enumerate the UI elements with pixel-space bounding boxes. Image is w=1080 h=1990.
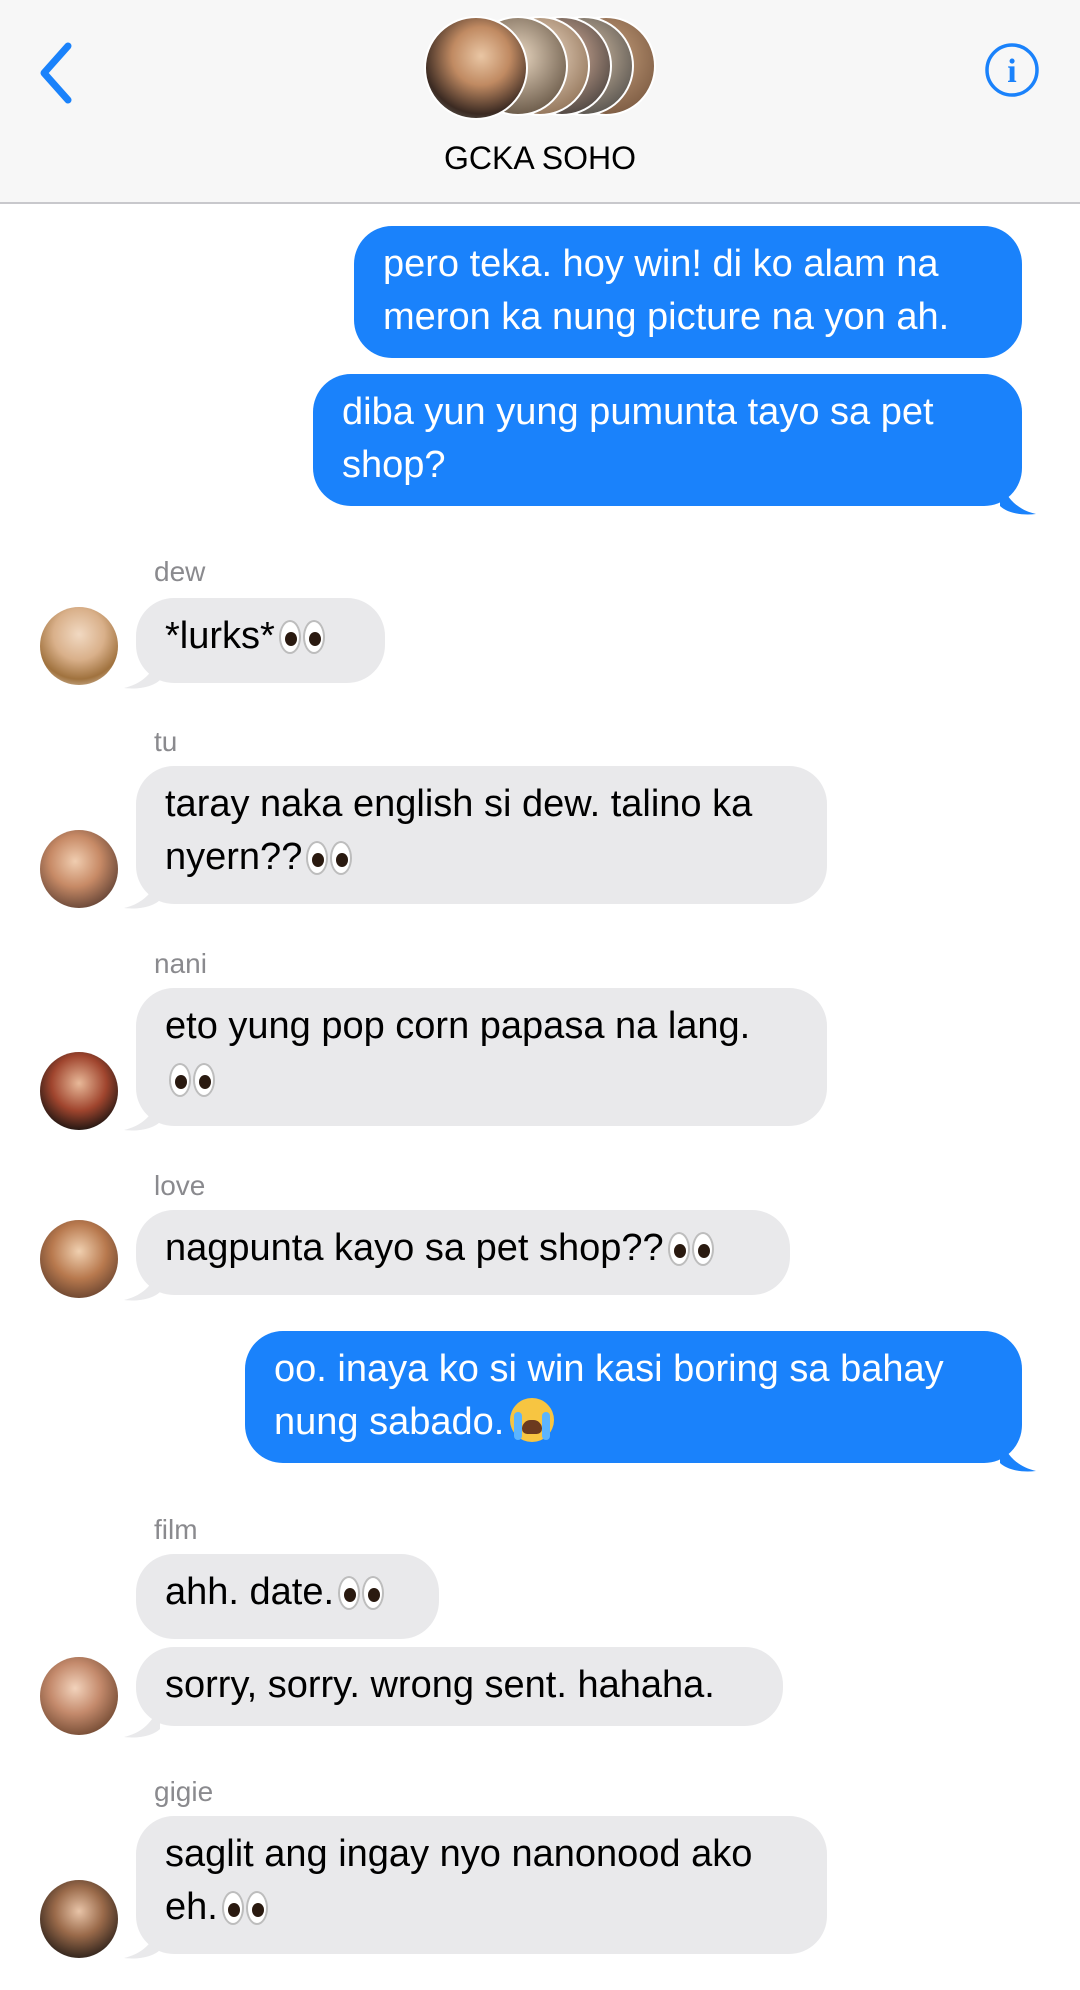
- avatar[interactable]: [40, 1220, 118, 1298]
- bubble-tail: [124, 1699, 160, 1738]
- incoming-message[interactable]: taray naka english si dew. talino ka nye…: [136, 766, 827, 904]
- bubble-tail: [124, 650, 160, 689]
- avatar[interactable]: [40, 607, 118, 685]
- bubble-tail: [124, 1920, 160, 1959]
- bubble-tail: [1000, 1433, 1036, 1472]
- message-text: taray naka english si dew. talino ka nye…: [165, 783, 753, 878]
- message-text: diba yun yung pumunta tayo sa pet shop?: [342, 391, 934, 486]
- incoming-message[interactable]: sorry, sorry. wrong sent. hahaha.: [136, 1647, 783, 1726]
- avatar[interactable]: [40, 1657, 118, 1735]
- eyes-emoji: [169, 1059, 217, 1112]
- group-name[interactable]: GCKA SOHO: [0, 140, 1080, 177]
- incoming-message[interactable]: *lurks*: [136, 598, 385, 683]
- eyes-emoji: [306, 837, 354, 890]
- bubble-tail: [124, 870, 160, 909]
- message-text: oo. inaya ko si win kasi boring sa bahay…: [274, 1348, 944, 1443]
- sender-name: love: [154, 1170, 206, 1201]
- group-avatar-stack[interactable]: [424, 16, 656, 120]
- eyes-emoji: [667, 1228, 716, 1281]
- sender-name: tu: [154, 726, 178, 757]
- outgoing-message[interactable]: pero teka. hoy win! di ko alam na meron …: [354, 226, 1022, 358]
- avatar[interactable]: [40, 830, 118, 908]
- incoming-message[interactable]: nagpunta kayo sa pet shop??: [136, 1210, 790, 1295]
- sender-name: dew: [154, 556, 206, 587]
- message-text: eto yung pop corn papasa na lang.: [165, 1005, 751, 1047]
- sender-name: nani: [154, 948, 207, 979]
- message-text: sorry, sorry. wrong sent. hahaha.: [165, 1664, 715, 1706]
- avatar[interactable]: [40, 1052, 118, 1130]
- svg-text:i: i: [1007, 53, 1016, 90]
- sender-name: film: [154, 1514, 198, 1545]
- message-text: pero teka. hoy win! di ko alam na meron …: [383, 243, 950, 338]
- bubble-tail: [124, 1262, 160, 1301]
- avatar[interactable]: [40, 1880, 118, 1958]
- eyes-emoji: [278, 616, 327, 669]
- outgoing-message[interactable]: diba yun yung pumunta tayo sa pet shop?: [313, 374, 1022, 506]
- eyes-emoji: [221, 1887, 270, 1940]
- incoming-message[interactable]: saglit ang ingay nyo nanonood ako eh.: [136, 1816, 827, 1954]
- eyes-emoji: [338, 1572, 386, 1625]
- bubble-tail: [1000, 476, 1036, 515]
- message-text: ahh. date.: [165, 1571, 335, 1613]
- chevron-left-icon[interactable]: [34, 38, 78, 108]
- incoming-message[interactable]: ahh. date.: [136, 1554, 439, 1639]
- incoming-message[interactable]: eto yung pop corn papasa na lang.: [136, 988, 827, 1126]
- message-text: nagpunta kayo sa pet shop??: [165, 1227, 664, 1269]
- chat-header: GCKA SOHO i: [0, 0, 1080, 204]
- loudly-crying-face-icon: [510, 1398, 555, 1442]
- bubble-tail: [124, 1092, 160, 1131]
- sender-name: gigie: [154, 1776, 214, 1807]
- message-text: *lurks*: [165, 615, 275, 657]
- avatar: [424, 16, 528, 120]
- outgoing-message[interactable]: oo. inaya ko si win kasi boring sa bahay…: [245, 1331, 1022, 1463]
- info-icon[interactable]: i: [984, 42, 1040, 98]
